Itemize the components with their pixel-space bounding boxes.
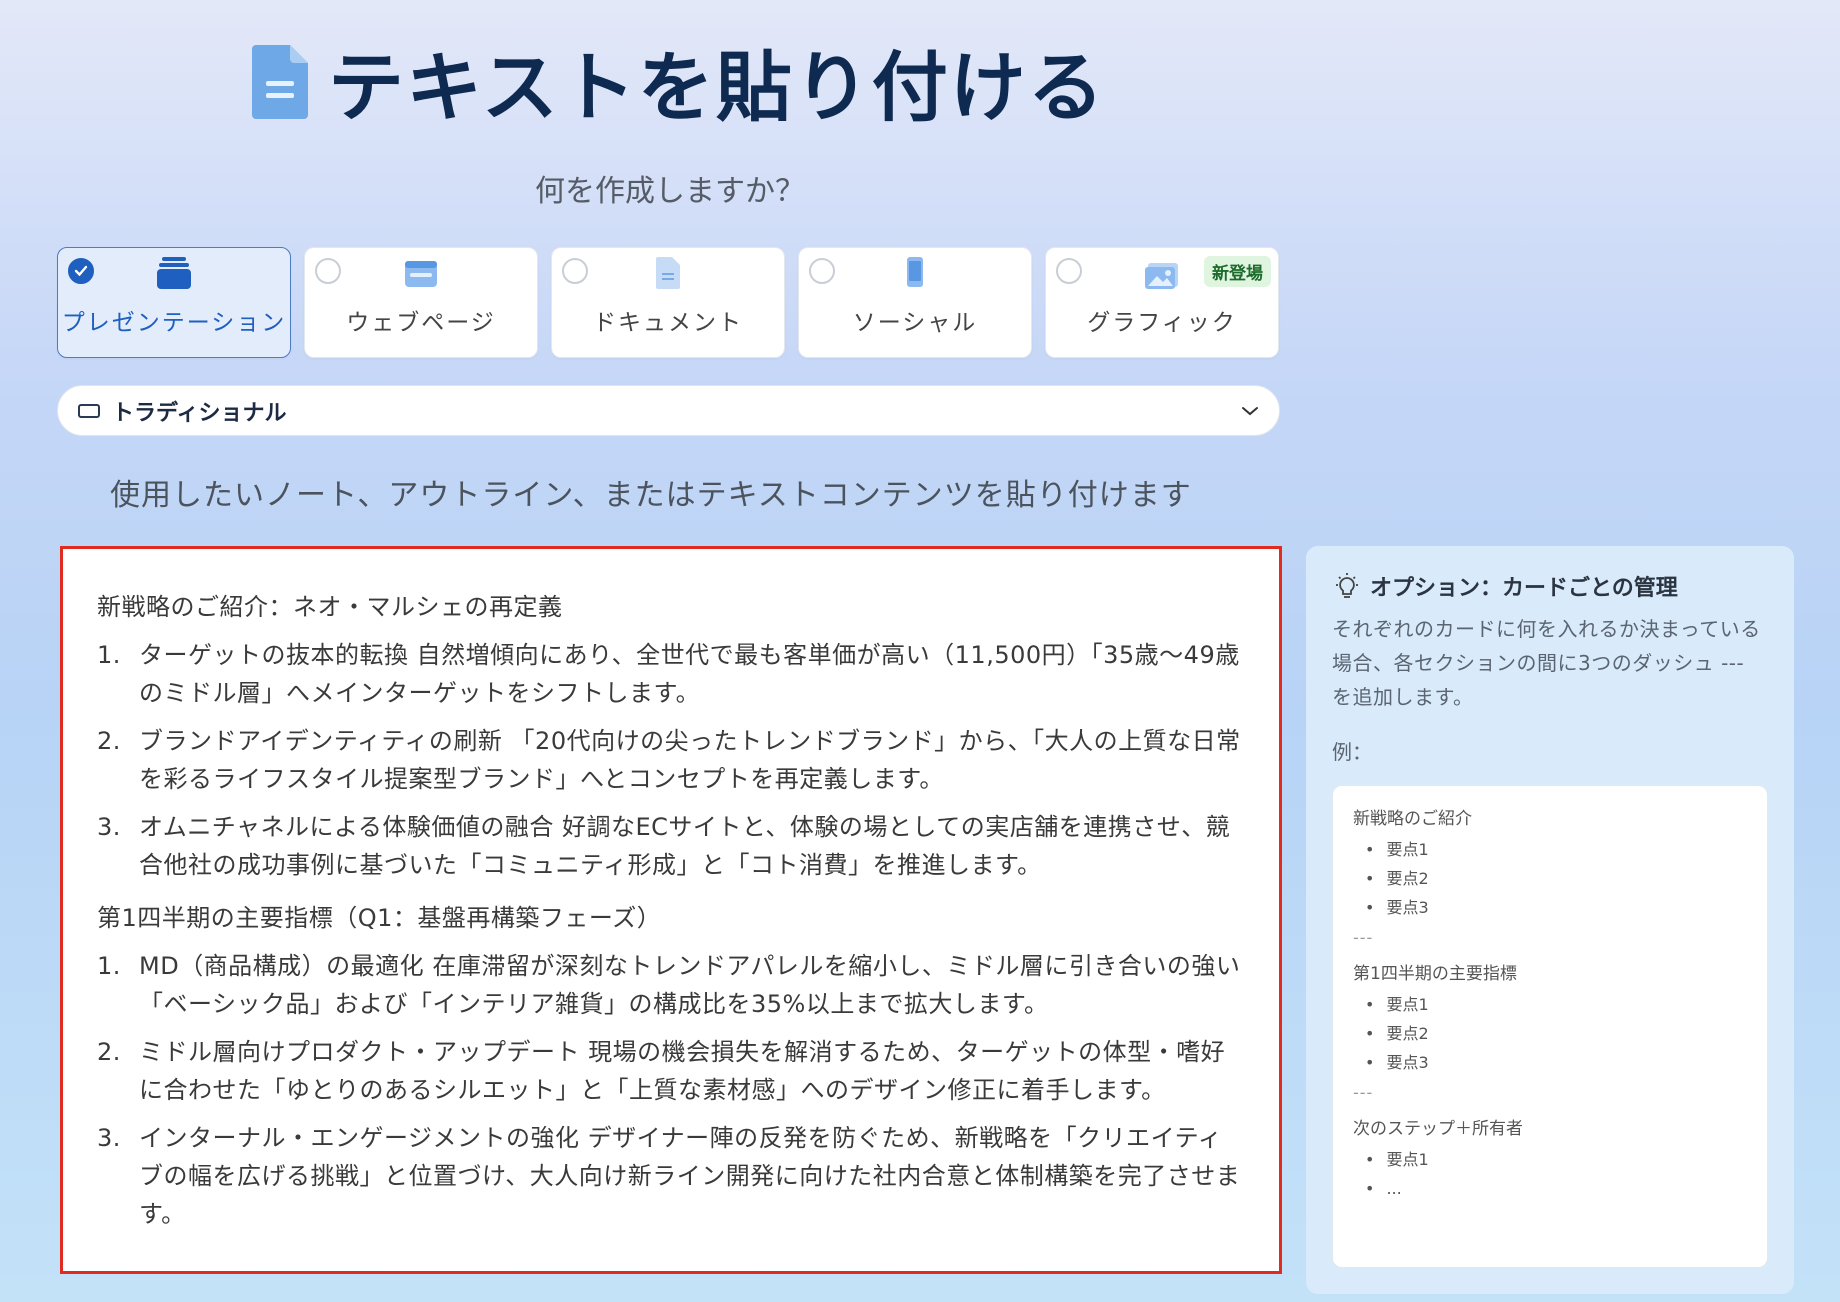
example-list: 要点1 要点2 要点3 [1365, 835, 1747, 922]
item-number: 3. [97, 1124, 121, 1152]
chevron-down-icon [1242, 406, 1258, 415]
instruction-text: 使用したいノート、アウトライン、またはテキストコンテンツを貼り付けます [110, 478, 1192, 513]
dropdown-label: トラディショナル [112, 400, 287, 426]
item-text: MD（商品構成）の最適化 在庫滞留が深刻なトレンドアパレルを縮小し、ミドル層に引… [139, 952, 1241, 1018]
item-number: 2. [97, 1038, 121, 1066]
list-item: 2. ブランドアイデンティティの刷新 「20代向けの尖ったトレンドブランド」から、… [97, 722, 1243, 798]
type-selector: プレゼンテーション ウェブページ ドキュメント ソーシャル 新登場 グラフィック [57, 247, 1279, 358]
numbered-list: 1. MD（商品構成）の最適化 在庫滞留が深刻なトレンドアパレルを縮小し、ミドル層… [97, 947, 1243, 1233]
item-number: 1. [97, 952, 121, 980]
help-header: オプション：カードごとの管理 [1332, 570, 1768, 602]
type-card-document[interactable]: ドキュメント [551, 247, 785, 358]
radio-selected[interactable] [68, 258, 94, 284]
check-icon [74, 265, 88, 277]
item-text: オムニチャネルによる体験価値の融合 好調なECサイトと、体験の場としての実店舗を… [139, 813, 1231, 879]
type-label: ソーシャル [852, 310, 978, 336]
type-label: ドキュメント [593, 310, 743, 336]
example-title: 第1四半期の主要指標 [1353, 964, 1517, 984]
list-item: 3. インターナル・エンゲージメントの強化 デザイナー陣の反発を防ぐため、新戦略を… [97, 1119, 1243, 1233]
new-badge: 新登場 [1204, 256, 1271, 287]
type-label: プレゼンテーション [61, 310, 287, 336]
image-icon [1145, 263, 1178, 289]
document-icon [656, 257, 680, 289]
document-icon [252, 45, 308, 119]
radio[interactable] [1056, 258, 1082, 284]
example-item: 要点1 [1365, 1145, 1747, 1174]
phone-icon [907, 257, 923, 287]
example-separator: --- [1353, 928, 1374, 947]
list-item: 2. ミドル層向けプロダクト・アップデート 現場の機会損失を解消するため、ターゲッ… [97, 1033, 1243, 1109]
example-item: 要点1 [1365, 990, 1747, 1019]
text-editor[interactable]: 新戦略のご紹介：ネオ・マルシェの再定義 1. ターゲットの抜本的転換 自然増傾向に… [60, 546, 1282, 1274]
example-item: ... [1365, 1174, 1747, 1203]
type-card-webpage[interactable]: ウェブページ [304, 247, 538, 358]
item-number: 2. [97, 727, 121, 755]
radio[interactable] [562, 258, 588, 284]
example-item: 要点1 [1365, 835, 1747, 864]
type-card-social[interactable]: ソーシャル [798, 247, 1032, 358]
page-header: テキストを貼り付ける [250, 26, 1106, 136]
item-text: ターゲットの抜本的転換 自然増傾向にあり、全世代で最も客単価が高い（11,500… [139, 641, 1240, 707]
item-number: 1. [97, 641, 121, 669]
help-panel: オプション：カードごとの管理 それぞれのカードに何を入れるか決まっている場合、各… [1306, 546, 1794, 1294]
browser-icon [405, 261, 437, 287]
section-title: 第1四半期の主要指標（Q1：基盤再構築フェーズ） [97, 904, 662, 932]
item-text: ミドル層向けプロダクト・アップデート 現場の機会損失を解消するため、ターゲットの… [139, 1038, 1226, 1104]
list-item: 3. オムニチャネルによる体験価値の融合 好調なECサイトと、体験の場としての実店… [97, 808, 1243, 884]
example-item: 要点2 [1365, 1019, 1747, 1048]
help-description: それぞれのカードに何を入れるか決まっている場合、各セクションの間に3つのダッシュ… [1332, 617, 1761, 709]
type-card-graphic[interactable]: 新登場 グラフィック [1045, 247, 1279, 358]
numbered-list: 1. ターゲットの抜本的転換 自然増傾向にあり、全世代で最も客単価が高い（11,5… [97, 636, 1243, 884]
example-title: 次のステップ＋所有者 [1353, 1119, 1523, 1139]
subtitle: 何を作成しますか？ [535, 174, 805, 209]
item-text: ブランドアイデンティティの刷新 「20代向けの尖ったトレンドブランド」から、「大… [139, 727, 1241, 793]
type-label: ウェブページ [346, 310, 496, 336]
editor-section: 第1四半期の主要指標（Q1：基盤再構築フェーズ） 1. MD（商品構成）の最適化 … [97, 898, 1243, 1233]
example-item: 要点2 [1365, 864, 1747, 893]
example-title: 新戦略のご紹介 [1353, 809, 1472, 829]
example-item: 要点3 [1365, 893, 1747, 922]
section-title: 新戦略のご紹介：ネオ・マルシェの再定義 [97, 593, 563, 621]
radio[interactable] [809, 258, 835, 284]
help-title: オプション：カードごとの管理 [1370, 576, 1678, 601]
style-dropdown[interactable]: トラディショナル [57, 385, 1280, 436]
item-text: インターナル・エンゲージメントの強化 デザイナー陣の反発を防ぐため、新戦略を「ク… [139, 1124, 1241, 1228]
list-item: 1. ターゲットの抜本的転換 自然増傾向にあり、全世代で最も客単価が高い（11,5… [97, 636, 1243, 712]
stack-icon [157, 257, 191, 289]
example-box: 新戦略のご紹介 要点1 要点2 要点3 --- 第1四半期の主要指標 要点1 要… [1332, 785, 1768, 1268]
lightbulb-icon [1336, 573, 1358, 598]
example-separator: --- [1353, 1083, 1374, 1102]
list-item: 1. MD（商品構成）の最適化 在庫滞留が深刻なトレンドアパレルを縮小し、ミドル層… [97, 947, 1243, 1023]
example-list: 要点1 ... [1365, 1145, 1747, 1203]
item-number: 3. [97, 813, 121, 841]
example-list: 要点1 要点2 要点3 [1365, 990, 1747, 1077]
example-item: 要点3 [1365, 1048, 1747, 1077]
example-label: 例： [1332, 740, 1372, 764]
radio[interactable] [315, 258, 341, 284]
page-title: テキストを貼り付ける [328, 43, 1106, 132]
type-label: グラフィック [1087, 310, 1237, 336]
type-card-presentation[interactable]: プレゼンテーション [57, 247, 291, 358]
editor-section: 新戦略のご紹介：ネオ・マルシェの再定義 1. ターゲットの抜本的転換 自然増傾向に… [97, 587, 1243, 884]
rectangle-icon [78, 403, 100, 418]
